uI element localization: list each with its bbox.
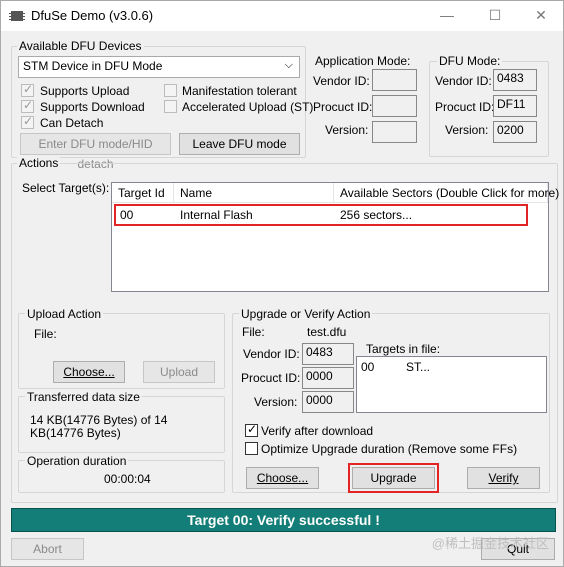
transferred-label: Transferred data size [25,390,142,404]
row-name: Internal Flash [180,208,253,222]
app-version-field [372,121,417,143]
watermark: @稀土掘金技术社区 [431,536,549,551]
manifestation-tolerant-label: Manifestation tolerant [182,84,297,98]
status-bar: Target 00: Verify successful ! [11,508,556,532]
verify-after-download-checkbox[interactable]: ✓ [245,422,258,437]
accelerated-upload-checkbox [164,100,177,113]
upload-choose-button[interactable]: Choose... [53,361,125,383]
dfu-version-label: Version: [445,123,489,137]
upgrade-choose-label: Choose... [256,471,309,485]
dfu-product-label: Procuct ID: [435,100,495,114]
verify-button[interactable]: Verify [467,467,540,489]
optimize-label: Optimize Upgrade duration (Remove some F… [261,442,518,456]
upgrade-product-label: Procuct ID: [241,371,301,385]
dfu-devices-label: Available DFU Devices [17,39,144,53]
chip-icon [9,11,25,21]
upgrade-product-field: 0000 [302,367,354,389]
can-detach-label: Can Detach [40,116,104,130]
column-sectors[interactable]: Available Sectors (Double Click for more… [334,183,559,203]
app-version-label: Version: [325,123,369,137]
app-product-label: Procuct ID: [313,100,373,114]
targets-in-file-label: Targets in file: [366,342,441,356]
dfuse-window: DfuSe Demo (v3.0.6) — ☐ ✕ Available DFU … [0,0,564,567]
abort-button[interactable]: Abort [11,538,84,560]
upload-button[interactable]: Upload [143,361,215,383]
row-target-id: 00 [120,208,134,222]
verify-label: Verify [488,471,519,485]
window-title: DfuSe Demo (v3.0.6) [31,8,154,23]
upgrade-file-value: test.dfu [307,325,347,339]
duration-label: Operation duration [25,454,129,468]
dfu-mode-label: DFU Mode: [437,54,503,68]
leave-dfu-button[interactable]: Leave DFU mode [179,133,300,155]
column-name[interactable]: Name [174,183,334,203]
app-product-field [372,95,417,117]
select-targets-label: Select Target(s): [22,181,110,195]
optimize-checkbox[interactable] [245,442,258,455]
table-row[interactable]: 00 Internal Flash 256 sectors... [114,204,528,226]
dfu-vendor-label: Vendor ID: [435,74,492,88]
column-target-id[interactable]: Target Id [112,183,174,203]
chevron-down-icon: ⌵ [284,59,293,71]
upgrade-version-label: Version: [254,395,298,409]
app-vendor-label: Vendor ID: [313,74,370,88]
dfu-vendor-field: 0483 [493,69,537,91]
title-bar: DfuSe Demo (v3.0.6) — ☐ ✕ [1,1,563,31]
device-select[interactable]: STM Device in DFU Mode ⌵ [18,56,300,78]
upload-file-label: File: [34,327,57,341]
supports-upload-label: Supports Upload [40,84,130,98]
verify-after-download-label: Verify after download [261,424,374,438]
can-detach-checkbox: ✓ [21,114,34,129]
file-target-id: 00 [361,360,375,374]
upgrade-version-field: 0000 [302,391,354,413]
manifestation-tolerant-checkbox [164,84,177,97]
targets-list[interactable]: Target Id Name Available Sectors (Double… [111,182,559,292]
duration-value: 00:00:04 [104,472,151,486]
supports-download-label: Supports Download [40,100,145,114]
close-button[interactable]: ✕ [529,5,553,25]
dfu-product-field: DF11 [493,95,537,117]
dfu-version-field: 0200 [493,121,537,143]
accelerated-upload-label: Accelerated Upload (ST) [182,100,314,114]
actions-label: Actions [17,156,61,170]
file-target-name: ST... [406,360,431,374]
app-vendor-field [372,69,417,91]
app-mode-label: Application Mode: [315,54,411,68]
upgrade-button[interactable]: Upgrade [348,463,439,493]
device-select-value: STM Device in DFU Mode [23,59,163,73]
enter-dfu-button[interactable]: Enter DFU mode/HID detach [20,133,171,171]
row-sectors: 256 sectors... [340,208,413,222]
targets-in-file-list[interactable]: 00 ST... [356,356,547,413]
maximize-button[interactable]: ☐ [483,5,507,25]
supports-download-checkbox: ✓ [21,98,34,113]
upgrade-vendor-field: 0483 [302,343,354,365]
upgrade-choose-button[interactable]: Choose... [246,467,319,489]
upload-action-label: Upload Action [25,307,104,321]
upload-choose-label: Choose... [63,365,115,379]
upgrade-vendor-label: Vendor ID: [243,347,300,361]
supports-upload-checkbox: ✓ [21,82,34,97]
upgrade-label: Upgrade or Verify Action [239,307,373,321]
minimize-button[interactable]: — [435,5,459,25]
upgrade-file-label: File: [242,325,265,339]
transferred-value: 14 KB(14776 Bytes) of 14 KB(14776 Bytes) [30,413,168,440]
